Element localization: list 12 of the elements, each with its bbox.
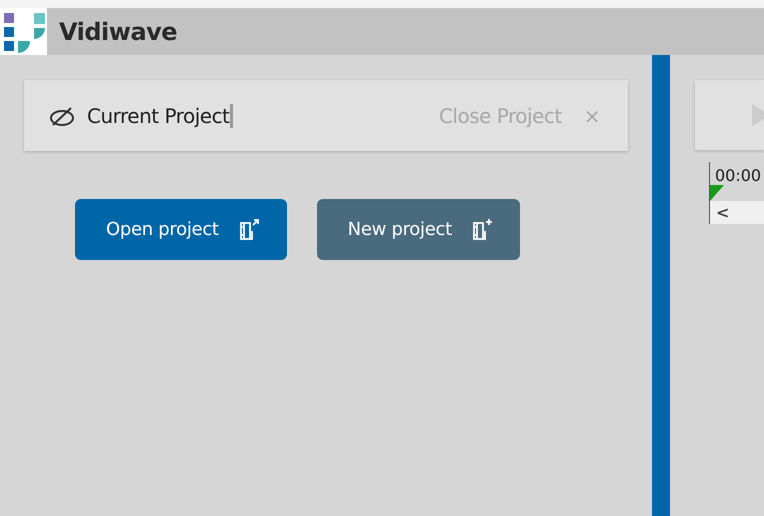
film-icon	[238, 218, 261, 240]
new-project-button[interactable]: New project	[316, 199, 520, 260]
logo-icon	[2, 10, 46, 52]
playhead-icon[interactable]	[710, 185, 724, 201]
timecode: 00:00	[714, 165, 762, 185]
film-icon	[472, 218, 494, 240]
scrollbar[interactable]: <	[710, 201, 764, 224]
project-name: Current Project	[87, 104, 234, 128]
app-title: Vidiwave	[59, 18, 178, 46]
open-project-button[interactable]: Open project	[75, 199, 287, 260]
hidden-icon	[47, 104, 77, 126]
splitter[interactable]	[652, 55, 670, 516]
